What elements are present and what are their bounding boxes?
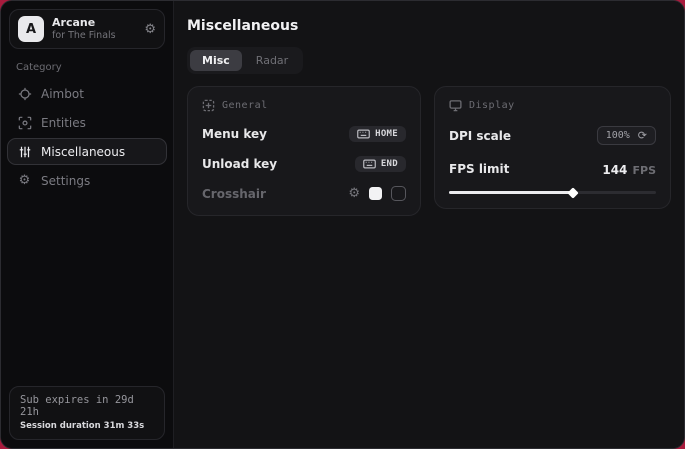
dpi-scale-label: DPI scale <box>449 129 511 143</box>
main-content: Miscellaneous Misc Radar General Menu ke… <box>174 1 685 448</box>
app-subtitle: for The Finals <box>52 30 136 42</box>
sidebar-item-label: Entities <box>41 116 86 130</box>
unload-key-value: END <box>381 159 398 169</box>
grid-icon <box>202 99 215 112</box>
unload-key-row: Unload key END <box>202 156 406 172</box>
brand-card: A Arcane for The Finals ⚙ <box>9 9 165 49</box>
dpi-scale-value: 100% <box>606 130 630 141</box>
app-window: A Arcane for The Finals ⚙ Category Aimbo… <box>0 0 685 449</box>
general-card: General Menu key HOME Unload key END <box>187 86 421 216</box>
sidebar: A Arcane for The Finals ⚙ Category Aimbo… <box>1 1 174 448</box>
menu-key-row: Menu key HOME <box>202 126 406 142</box>
app-title: Arcane <box>52 16 136 30</box>
fps-limit-slider[interactable] <box>449 191 656 194</box>
tab-bar: Misc Radar <box>187 47 303 74</box>
general-card-header: General <box>202 99 406 112</box>
crosshair-color-swatch[interactable] <box>369 187 382 200</box>
tab-radar[interactable]: Radar <box>244 50 300 71</box>
menu-key-value: HOME <box>375 129 398 139</box>
fps-limit-value: 144 FPS <box>602 159 656 178</box>
sidebar-item-label: Miscellaneous <box>41 145 125 159</box>
display-card-header: Display <box>449 99 656 112</box>
keyboard-icon <box>357 129 370 139</box>
sidebar-item-label: Aimbot <box>41 87 84 101</box>
gear-icon: ⚙ <box>17 173 32 188</box>
sidebar-item-aimbot[interactable]: Aimbot <box>7 80 167 107</box>
crosshair-icon <box>17 86 32 101</box>
sidebar-item-miscellaneous[interactable]: Miscellaneous <box>7 138 167 165</box>
category-nav: Aimbot Entities Miscellaneous ⚙ Settings <box>1 79 173 195</box>
menu-key-button[interactable]: HOME <box>349 126 406 142</box>
fps-slider-thumb[interactable] <box>568 187 579 198</box>
sub-expires-text: Sub expires in 29d 21h <box>20 394 154 418</box>
fps-limit-row: FPS limit 144 FPS <box>449 159 656 178</box>
cards-row: General Menu key HOME Unload key END <box>187 86 671 216</box>
brand-text: Arcane for The Finals <box>52 16 136 42</box>
sidebar-item-label: Settings <box>41 174 90 188</box>
unload-key-label: Unload key <box>202 157 277 171</box>
crosshair-controls: ⚙ <box>348 186 406 201</box>
page-title: Miscellaneous <box>187 18 671 34</box>
refresh-icon[interactable]: ⟳ <box>638 130 647 141</box>
dpi-scale-row: DPI scale 100% ⟳ <box>449 126 656 145</box>
display-card: Display DPI scale 100% ⟳ FPS limit 144 F… <box>434 86 671 209</box>
keyboard-icon <box>363 159 376 169</box>
menu-key-label: Menu key <box>202 127 267 141</box>
gear-icon[interactable]: ⚙ <box>348 187 360 200</box>
entities-icon <box>17 115 32 130</box>
session-duration-text: Session duration 31m 33s <box>20 421 154 431</box>
display-card-title: Display <box>469 100 515 111</box>
unload-key-button[interactable]: END <box>355 156 406 172</box>
gear-icon[interactable]: ⚙ <box>144 23 156 36</box>
crosshair-row: Crosshair ⚙ <box>202 186 406 201</box>
crosshair-checkbox[interactable] <box>391 186 406 201</box>
dpi-scale-control[interactable]: 100% ⟳ <box>597 126 656 145</box>
tab-misc[interactable]: Misc <box>190 50 242 71</box>
sliders-icon <box>17 144 32 159</box>
monitor-icon <box>449 99 462 112</box>
fps-limit-label: FPS limit <box>449 162 509 176</box>
category-label: Category <box>16 62 173 73</box>
general-card-title: General <box>222 100 268 111</box>
app-logo: A <box>18 16 44 42</box>
fps-slider-fill <box>449 191 573 194</box>
crosshair-label: Crosshair <box>202 187 266 201</box>
sidebar-item-entities[interactable]: Entities <box>7 109 167 136</box>
subscription-card: Sub expires in 29d 21h Session duration … <box>9 386 165 440</box>
sidebar-item-settings[interactable]: ⚙ Settings <box>7 167 167 194</box>
